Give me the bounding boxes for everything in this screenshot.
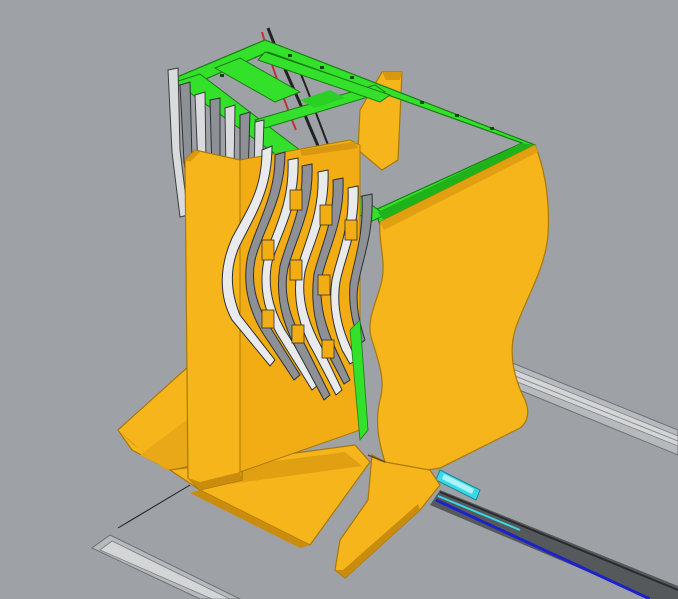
scene-svg[interactable] [0,0,678,599]
cad-viewport[interactable] [0,0,678,599]
